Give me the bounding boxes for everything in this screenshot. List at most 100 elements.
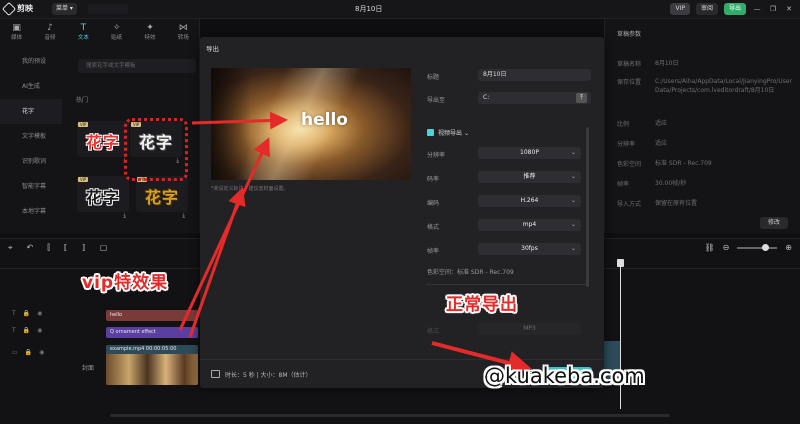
video-export-checkbox[interactable] [427, 129, 434, 136]
logo-icon [1, 1, 17, 16]
fx-thumb[interactable]: VIP 花字 ⤓ [136, 176, 188, 219]
tab-audio[interactable]: ♪ 音频 [33, 19, 66, 45]
param-value: 适应 [655, 140, 668, 147]
tab-label: 特效 [144, 35, 156, 41]
effect-text-clip[interactable]: Q ornament effect [106, 327, 198, 338]
category-item[interactable]: 本地字幕 [0, 199, 62, 224]
select-value: H.264 [520, 197, 539, 204]
menu-button[interactable]: 菜单 ▾ [52, 3, 77, 15]
param-row: 分辨率 适应 [617, 139, 797, 148]
video-thumbnails [106, 354, 198, 385]
title-input[interactable]: 8月10日 [478, 69, 591, 81]
fx-thumb[interactable]: VIP 花字 ⤓ [77, 176, 129, 219]
audio-icon: ♪ [47, 23, 53, 33]
text-clip[interactable]: hello [106, 310, 198, 321]
split-left-icon[interactable]: ⟦ [64, 243, 68, 253]
tab-sticker[interactable]: ✧ 贴纸 [100, 19, 133, 45]
setting-label: 格式 [427, 224, 440, 231]
lock-icon[interactable]: 🔒 [23, 327, 30, 334]
delete-icon[interactable]: ▢ [100, 243, 108, 253]
lock-icon[interactable]: 🔒 [23, 310, 30, 317]
codec-select[interactable]: H.264 ⌄ [478, 195, 581, 207]
timeline-scrollbar[interactable] [110, 414, 670, 417]
fx-sample-text: 花字 [85, 188, 120, 207]
eye-icon[interactable]: ◉ [37, 327, 42, 334]
settings-scrollbar[interactable] [586, 127, 589, 287]
zoom-out-icon[interactable]: ⊖ [723, 243, 730, 252]
export-dialog: 导出 hello *未设定义标注，建议去封面设置。 标题 8月10日 导出至 C… [200, 37, 604, 388]
autosave-status [88, 4, 128, 14]
bitrate-select[interactable]: 推荐 ⌄ [478, 171, 581, 183]
cover-button[interactable]: 封面 [82, 363, 94, 372]
track-controls: T 🔒 ◉ [12, 327, 42, 334]
zoom-in-icon[interactable]: ⊕ [785, 243, 792, 252]
vip-button[interactable]: VIP [670, 3, 690, 15]
tab-text[interactable]: T 文本 [67, 19, 100, 45]
chevron-down-icon: ⌄ [570, 173, 576, 180]
framerate-select[interactable]: 30fps ⌄ [478, 243, 581, 255]
tab-transition[interactable]: ⋈ 转场 [167, 19, 200, 45]
tab-media[interactable]: ▣ 媒体 [0, 19, 33, 45]
track-controls: T 🔒 ◉ [12, 310, 42, 317]
folder-icon[interactable]: ⤒ [576, 93, 587, 103]
param-value: 标准 SDR - Rec.709 [655, 160, 712, 167]
split-icon[interactable]: ⫿ [47, 243, 50, 253]
category-item[interactable]: 文字模板 [0, 124, 62, 149]
fx-sample-text: 花字 [144, 188, 179, 207]
resolution-select[interactable]: 1080P ⌄ [478, 147, 581, 159]
setting-label: 分辨率 [427, 152, 446, 159]
highlight-box [124, 118, 188, 181]
audio-format-label: 格式 [427, 328, 440, 335]
param-row: 草稿名称 8月10日 [617, 59, 797, 68]
chevron-down-icon: ⌄ [570, 245, 576, 252]
zoom-slider[interactable] [737, 243, 778, 251]
maximize-icon[interactable]: ❐ [768, 4, 778, 14]
chevron-down-icon: ⌄ [570, 197, 576, 204]
chevron-down-icon: ⌄ [570, 149, 576, 156]
export-info: 时长：5 秒 | 大小：8M（估计） [225, 372, 312, 379]
category-item-active[interactable]: 花字 [0, 99, 62, 124]
path-input[interactable]: C: ⤒ [478, 92, 591, 104]
video-clip[interactable]: example.mp4 00:00:05:00 [106, 345, 198, 385]
setting-label: 帧率 [427, 248, 440, 255]
close-icon[interactable]: ✕ [784, 4, 794, 14]
audio-format-select[interactable]: MP3 [478, 323, 581, 335]
track-type-icon: T [12, 310, 16, 317]
format-select[interactable]: mp4 ⌄ [478, 219, 581, 231]
download-icon[interactable]: ⤓ [182, 212, 185, 220]
search-input[interactable]: 搜索花字或文字模板 [78, 59, 196, 73]
chevron-down-icon: ⌄ [570, 221, 576, 228]
category-item[interactable]: 我的预设 [0, 49, 62, 74]
lock-icon[interactable]: 🔒 [25, 349, 32, 356]
undo-icon[interactable]: ↶ [27, 243, 34, 253]
param-value: 30.00帧/秒 [655, 180, 687, 187]
select-tool-icon[interactable]: ⌖ [8, 243, 13, 253]
split-right-icon[interactable]: ⟧ [82, 243, 86, 253]
edit-button[interactable]: 修改 [759, 217, 788, 229]
param-value: 适应 [655, 120, 668, 127]
category-item[interactable]: 智能字幕 [0, 174, 62, 199]
minimize-icon[interactable]: — [752, 4, 762, 14]
left-resource-panel: ▣ 媒体 ♪ 音频 T 文本 ✧ 贴纸 ✦ 特效 ⋈ 转场 我的预设 AI生成 花字 文字模… [0, 19, 200, 233]
video-export-header[interactable]: 视频导出 ⌄ [438, 128, 469, 137]
eye-icon[interactable]: ◉ [37, 310, 42, 317]
tab-label: 转场 [177, 35, 189, 41]
vip-effect-annotation: vip特效果 [82, 273, 169, 293]
export-top-button[interactable]: 导出 [723, 3, 746, 15]
fx-thumb[interactable]: VIP 花字 ⤓ [77, 121, 129, 164]
track-type-icon: ▭ [12, 349, 18, 356]
category-item[interactable]: AI生成 [0, 74, 62, 99]
category-item[interactable]: 识别歌词 [0, 149, 62, 174]
review-button[interactable]: 审阅 [695, 3, 718, 15]
download-icon[interactable]: ⤓ [123, 212, 126, 220]
draft-params-panel: 草稿参数 草稿名称 8月10日 保存位置 C:/Users/Aiha/AppData… [604, 19, 800, 233]
category-list: 我的预设 AI生成 花字 文字模板 识别歌词 智能字幕 本地字幕 [0, 49, 62, 224]
eye-icon[interactable]: ◉ [39, 349, 44, 356]
param-key: 分辨率 [617, 141, 636, 148]
preview-text: hello [301, 110, 348, 130]
film-icon [211, 370, 220, 378]
video-export-label: 视频导出 [438, 130, 463, 137]
param-value: 8月10日 [655, 60, 679, 67]
link-icon[interactable]: ⛓ [704, 243, 714, 252]
tab-effects[interactable]: ✦ 特效 [133, 19, 166, 45]
